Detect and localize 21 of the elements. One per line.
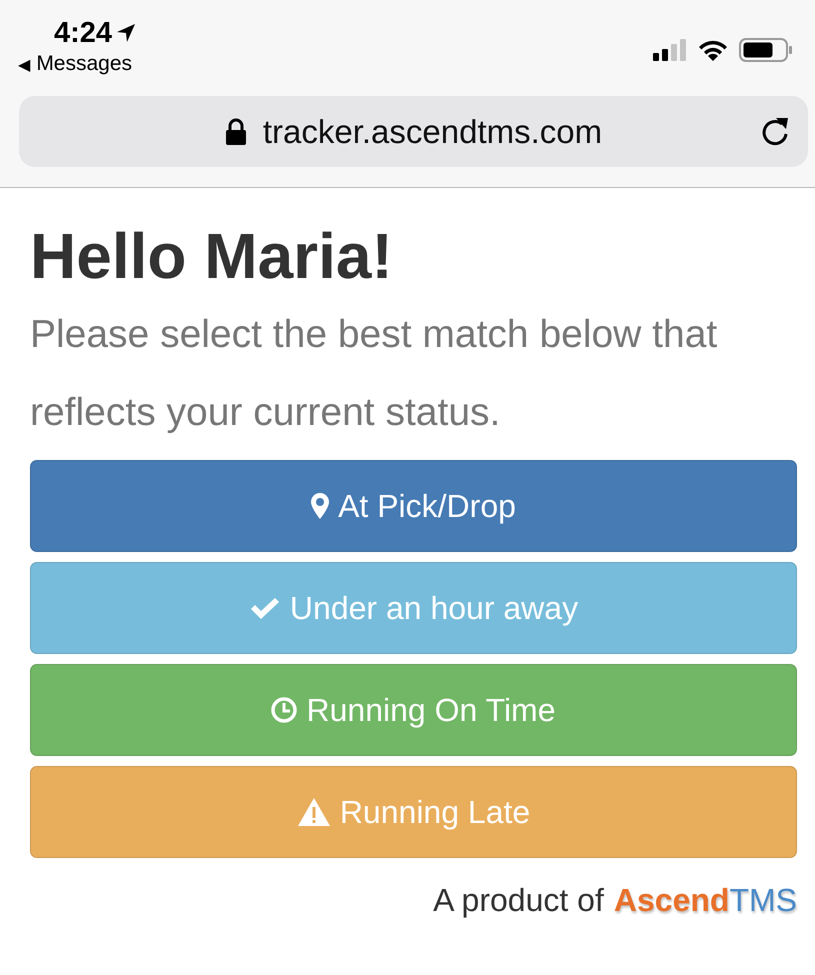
- pin-icon: [311, 493, 330, 519]
- lock-icon: [224, 118, 247, 146]
- back-link[interactable]: Messages: [36, 52, 132, 76]
- url-text: tracker.ascendtms.com: [262, 112, 602, 150]
- greeting-heading: Hello Maria!: [30, 219, 394, 294]
- back-arrow[interactable]: ◀: [18, 54, 30, 74]
- address-bar[interactable]: tracker.ascendtms.com: [19, 96, 808, 167]
- checkmark-icon: [248, 596, 281, 620]
- wifi-icon: [697, 39, 729, 61]
- status-button[interactable]: Running On Time: [30, 664, 797, 756]
- logo[interactable]: AscendTMS: [614, 882, 797, 919]
- signal-icon: [653, 39, 687, 61]
- battery-icon: [739, 38, 793, 62]
- status-button[interactable]: At Pick/Drop: [30, 460, 797, 552]
- clock-time: 4:24: [54, 16, 112, 50]
- footer-text: A product of: [433, 882, 604, 919]
- location-arrow-icon: [116, 23, 136, 43]
- instruction-text: Please select the best match below that reflects your current status.: [30, 312, 718, 436]
- warning-icon: [296, 797, 331, 827]
- clock-icon: [271, 697, 298, 723]
- reload-icon[interactable]: [760, 115, 790, 147]
